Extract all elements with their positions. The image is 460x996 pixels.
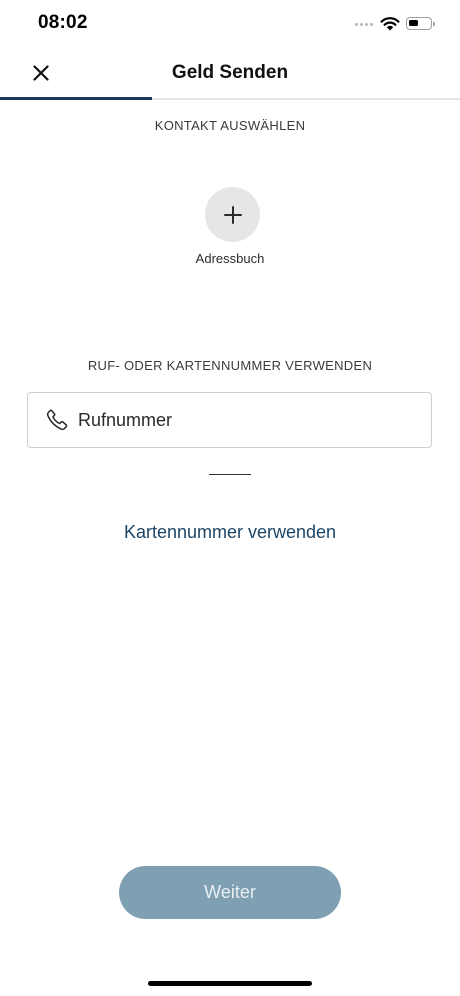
or-divider bbox=[209, 474, 251, 475]
step-progress-fill bbox=[0, 97, 152, 100]
battery-icon bbox=[406, 17, 435, 30]
page-title: Geld Senden bbox=[171, 62, 289, 83]
signal-dots-icon bbox=[355, 22, 375, 28]
address-book-label: Adressbuch bbox=[195, 251, 265, 266]
phone-input[interactable] bbox=[78, 393, 418, 447]
address-book-button[interactable] bbox=[205, 187, 260, 242]
continue-button[interactable]: Weiter bbox=[119, 866, 341, 919]
status-time: 08:02 bbox=[38, 12, 88, 33]
plus-icon bbox=[223, 205, 242, 224]
phone-number-field[interactable] bbox=[27, 392, 432, 448]
number-section-heading: RUF- ODER KARTENNUMMER VERWENDEN bbox=[87, 358, 373, 373]
home-indicator bbox=[148, 981, 312, 986]
wifi-icon bbox=[380, 17, 400, 31]
phone-icon bbox=[46, 409, 68, 431]
use-card-number-link[interactable]: Kartennummer verwenden bbox=[0, 522, 460, 543]
contact-section-heading: KONTAKT AUSWÄHLEN bbox=[154, 118, 306, 133]
